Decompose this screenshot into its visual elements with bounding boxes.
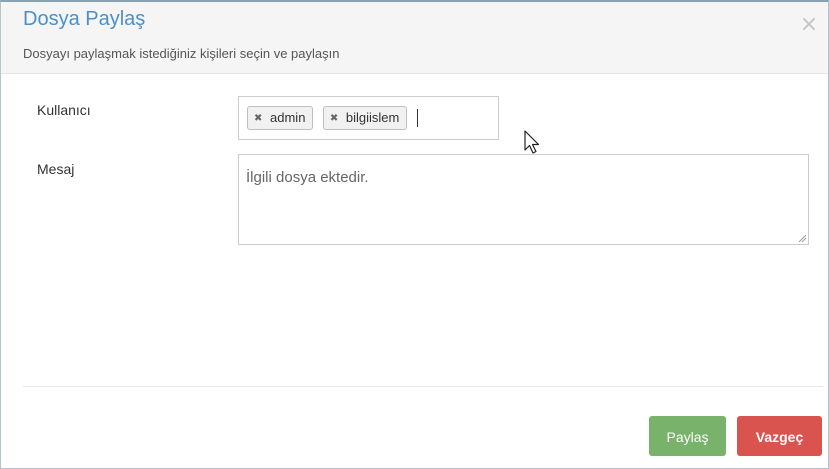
message-textarea[interactable]: İlgili dosya ektedir.	[238, 154, 809, 245]
dialog-title: Dosya Paylaş	[23, 8, 146, 30]
dialog-subtitle: Dosyayı paylaşmak istediğiniz kişileri s…	[23, 46, 340, 61]
close-icon[interactable]: ×	[798, 14, 820, 36]
message-text: İlgili dosya ektedir.	[246, 169, 369, 186]
mouse-pointer-icon	[524, 130, 540, 154]
share-file-dialog: Dosya Paylaş Dosyayı paylaşmak istediğin…	[0, 0, 829, 469]
user-tag-admin: ✖ admin	[247, 106, 314, 130]
user-tag-bilgiislem: ✖ bilgiislem	[322, 106, 408, 130]
footer-divider	[23, 386, 823, 387]
cancel-button[interactable]: Vazgeç	[737, 416, 822, 456]
text-caret	[416, 109, 418, 127]
message-field-label: Mesaj	[37, 161, 75, 177]
remove-tag-icon[interactable]: ✖	[330, 113, 338, 124]
user-tag-label: bilgiislem	[345, 110, 400, 125]
resize-grip-icon[interactable]	[798, 234, 806, 242]
user-tag-input[interactable]: ✖ admin ✖ bilgiislem	[238, 96, 499, 140]
user-field-label: Kullanıcı	[37, 102, 91, 118]
user-tag-label: admin	[270, 110, 306, 125]
share-button[interactable]: Paylaş	[649, 416, 726, 456]
remove-tag-icon[interactable]: ✖	[254, 113, 262, 124]
dialog-header: Dosya Paylaş Dosyayı paylaşmak istediğin…	[1, 2, 828, 74]
